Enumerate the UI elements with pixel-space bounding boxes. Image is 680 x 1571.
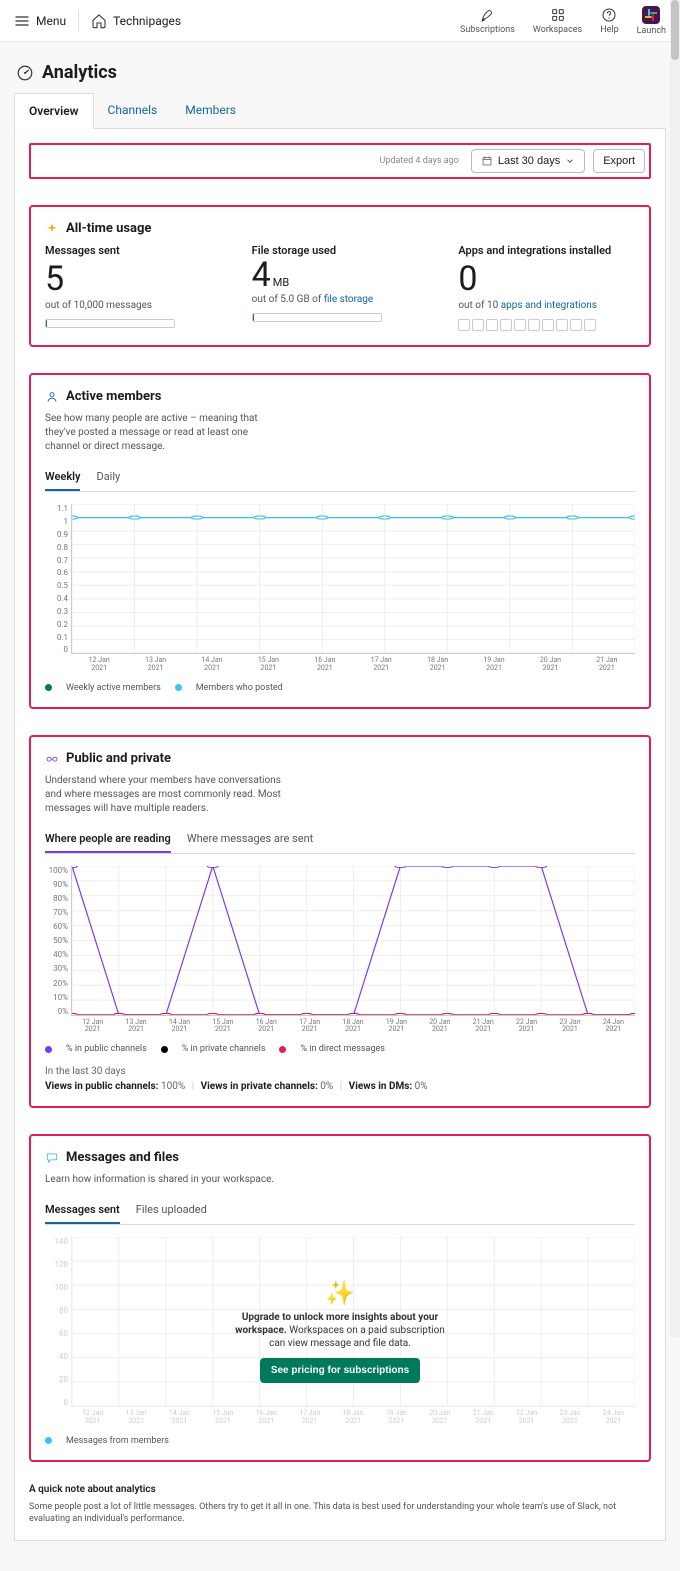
nav-workspaces[interactable]: Workspaces (533, 7, 582, 35)
tab-overview[interactable]: Overview (14, 93, 94, 129)
usage-storage: File storage used 4MB out of 5.0 GB of f… (252, 244, 429, 331)
divider (78, 10, 79, 32)
export-button[interactable]: Export (593, 149, 645, 173)
scrollbar-thumb[interactable] (671, 0, 679, 60)
card-messages-files: Messages and files Learn how information… (29, 1134, 651, 1461)
nav-subscriptions[interactable]: Subscriptions (460, 7, 515, 35)
hamburger-icon (14, 13, 30, 29)
active-members-chart: 1.110.90.80.70.60.50.40.30.20.10 12 Jan2… (45, 504, 635, 672)
messages-chart: 140120100806040200 12 Jan202113 Jan20211… (45, 1237, 635, 1425)
apps-slots (458, 319, 635, 331)
chat-icon (45, 1151, 59, 1165)
menu-label: Menu (36, 14, 66, 28)
toolbar: Updated 4 days ago Last 30 days Export (29, 143, 651, 179)
nav-help[interactable]: Help (600, 7, 618, 35)
tab-members[interactable]: Members (171, 93, 250, 128)
page-title: Analytics (42, 62, 117, 83)
analytics-tabs: Overview Channels Members (14, 93, 666, 129)
tab-daily[interactable]: Daily (96, 464, 120, 491)
card-public-private: Public and private Understand where your… (29, 735, 651, 1108)
tab-messages-sent[interactable]: Messages sent (45, 1197, 120, 1224)
home-link[interactable]: Technipages (91, 13, 181, 29)
grid-icon (550, 7, 566, 23)
help-icon (601, 7, 617, 23)
storage-progress (252, 313, 382, 322)
file-storage-link[interactable]: file storage (324, 294, 373, 305)
calendar-icon (481, 155, 493, 167)
updated-text: Updated 4 days ago (380, 156, 459, 166)
tab-where-sent[interactable]: Where messages are sent (187, 826, 313, 853)
card-all-time-usage: All-time usage Messages sent 5 out of 10… (29, 205, 651, 347)
chevron-down-icon (565, 156, 575, 166)
analytics-note-head: A quick note about analytics (29, 1484, 651, 1495)
tab-weekly[interactable]: Weekly (45, 464, 80, 491)
gauge-icon (16, 64, 34, 82)
nav-launch[interactable]: Launch (637, 6, 666, 36)
apps-link[interactable]: apps and integrations (501, 300, 597, 311)
menu-button[interactable]: Menu (14, 13, 66, 29)
page-header: Analytics (14, 56, 666, 93)
glasses-icon (45, 751, 59, 765)
site-name: Technipages (113, 14, 181, 28)
tab-channels[interactable]: Channels (94, 93, 172, 128)
date-range-dropdown[interactable]: Last 30 days (471, 149, 585, 173)
tab-files-uploaded[interactable]: Files uploaded (136, 1197, 207, 1224)
topbar: Menu Technipages Subscriptions Workspace… (0, 0, 680, 42)
usage-apps: Apps and integrations installed 0 out of… (458, 244, 635, 331)
scrollbar[interactable] (670, 0, 680, 1337)
sparkle-icon: ✨ (230, 1279, 450, 1307)
public-private-chart: 100%90%80%70%60%50%40%30%20%10%0% 12 Jan… (45, 866, 635, 1034)
see-pricing-button[interactable]: See pricing for subscriptions (260, 1358, 420, 1383)
slack-icon (642, 6, 660, 24)
analytics-note-body: Some people post a lot of little message… (29, 1501, 651, 1526)
sparkle-icon (45, 222, 59, 236)
card-active-members: Active members See how many people are a… (29, 373, 651, 708)
upgrade-overlay: ✨ Upgrade to unlock more insights about … (45, 1237, 635, 1425)
usage-messages: Messages sent 5 out of 10,000 messages (45, 244, 222, 331)
messages-progress (45, 319, 175, 328)
rocket-icon (479, 7, 495, 23)
person-icon (45, 390, 59, 404)
home-icon (91, 13, 107, 29)
tab-where-reading[interactable]: Where people are reading (45, 826, 171, 853)
